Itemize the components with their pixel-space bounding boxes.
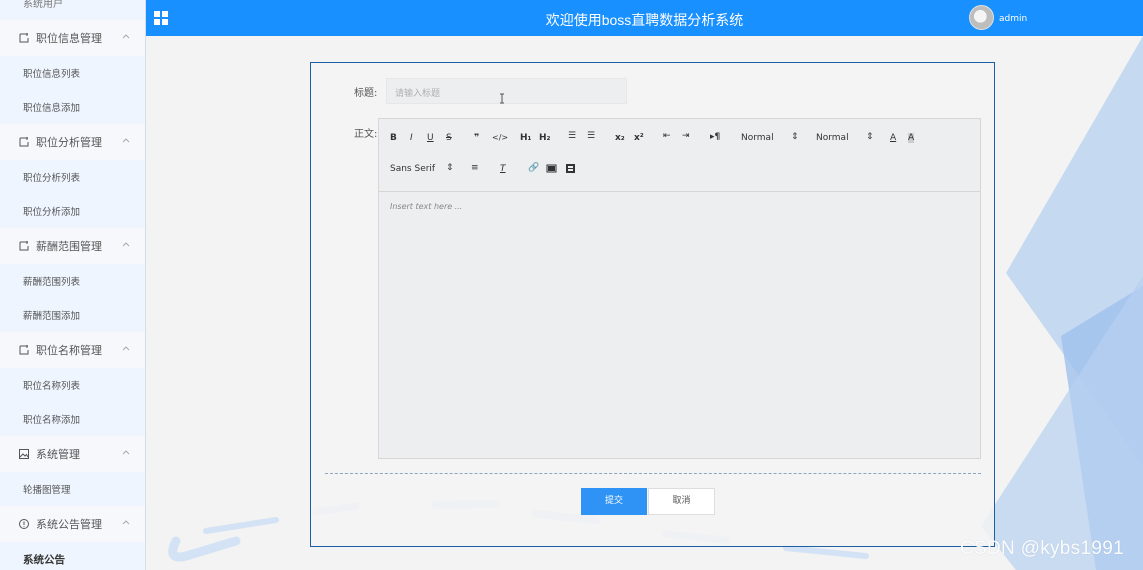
sidebar-item-salary-range-list[interactable]: 薪酬范围列表 (0, 264, 145, 298)
select-arrow-icon: ⇕ (791, 132, 799, 142)
edit-icon (18, 136, 30, 148)
link-icon[interactable]: 🔗 (528, 163, 539, 173)
underline-icon[interactable]: U (427, 133, 434, 143)
sidebar-item-job-analysis-add[interactable]: 职位分析添加 (0, 194, 145, 228)
edit-icon (18, 240, 30, 252)
watermark: CSDN @kybs1991 (960, 538, 1124, 559)
sidebar-group-salary-range[interactable]: 薪酬范围管理 (0, 228, 145, 264)
ordered-list-icon[interactable]: ☰ (568, 131, 576, 141)
clear-format-icon[interactable]: T (500, 164, 506, 174)
sidebar-top-item[interactable]: 系统用户 (0, 0, 145, 20)
chevron-up-icon (121, 448, 131, 458)
sidebar-group-label: 职位信息管理 (36, 32, 102, 45)
font-select[interactable]: Sans Serif (390, 164, 435, 174)
sidebar-group-label: 薪酬范围管理 (36, 240, 102, 253)
info-circle-icon (18, 518, 30, 530)
video-icon[interactable] (565, 163, 576, 174)
italic-icon[interactable]: I (410, 133, 413, 143)
chevron-up-icon (121, 32, 131, 42)
heading-2-icon[interactable]: H₂ (539, 133, 550, 143)
chevron-up-icon (121, 240, 131, 250)
sidebar-group-announcements[interactable]: 系统公告管理 (0, 506, 145, 542)
divider (325, 473, 981, 474)
avatar[interactable] (969, 5, 994, 30)
sidebar-group-label: 系统管理 (36, 448, 80, 461)
sidebar-item-job-name-add[interactable]: 职位名称添加 (0, 402, 145, 436)
top-header: 欢迎使用boss直聘数据分析系统 admin (146, 0, 1143, 36)
sidebar-item-carousel[interactable]: 轮播图管理 (0, 472, 145, 506)
image-icon[interactable] (546, 163, 557, 174)
title-label: 标题: (354, 88, 378, 99)
picture-icon (18, 448, 30, 460)
header-select-value: Normal (741, 133, 774, 143)
edit-icon (18, 344, 30, 356)
sidebar-group-system[interactable]: 系统管理 (0, 436, 145, 472)
editor-content-placeholder[interactable]: Insert text here ... (390, 202, 462, 211)
cancel-button[interactable]: 取消 (648, 488, 715, 515)
content-label: 正文: (354, 129, 378, 140)
font-select-value: Sans Serif (390, 164, 436, 174)
sidebar-item-job-name-list[interactable]: 职位名称列表 (0, 368, 145, 402)
text-direction-icon[interactable]: ▸¶ (710, 132, 720, 142)
subscript-icon[interactable]: x₂ (615, 133, 625, 143)
font-color-icon[interactable]: A (890, 133, 896, 143)
title-input[interactable]: 请输入标题 (386, 78, 627, 104)
sidebar-item-announcements[interactable]: 系统公告 (0, 542, 145, 570)
outdent-icon[interactable]: ⇤ (663, 131, 671, 141)
select-arrow-icon: ⇕ (446, 163, 454, 173)
background-color-icon[interactable]: A (908, 133, 915, 143)
text-cursor-icon (499, 93, 505, 104)
sidebar-group-job-name[interactable]: 职位名称管理 (0, 332, 145, 368)
size-select[interactable]: Normal (816, 133, 849, 143)
sidebar: 系统用户 职位信息管理 职位信息列表 职位信息添加 职位分析管理 职位分析列表 … (0, 0, 146, 570)
sidebar-group-label: 职位分析管理 (36, 136, 102, 149)
title-placeholder: 请输入标题 (395, 89, 441, 99)
chevron-up-icon (121, 136, 131, 146)
sidebar-item-job-info-add[interactable]: 职位信息添加 (0, 90, 145, 124)
sidebar-group-job-analysis[interactable]: 职位分析管理 (0, 124, 145, 160)
bullet-list-icon[interactable]: ☰ (587, 131, 595, 141)
sidebar-item-job-info-list[interactable]: 职位信息列表 (0, 56, 145, 90)
chevron-up-icon (121, 518, 131, 528)
bold-icon[interactable]: B (390, 133, 397, 143)
sidebar-item-salary-range-add[interactable]: 薪酬范围添加 (0, 298, 145, 332)
align-icon[interactable]: ≡ (471, 163, 479, 173)
rich-text-editor: B I U S ❞ </> H₁ H₂ ☰ ☰ x₂ x² ⇤ ⇥ ▸¶ Nor… (378, 118, 981, 459)
edit-icon (18, 32, 30, 44)
header-select[interactable]: Normal (741, 133, 774, 143)
sidebar-group-label: 系统公告管理 (36, 518, 102, 531)
blockquote-icon[interactable]: ❞ (474, 133, 479, 143)
size-select-value: Normal (816, 133, 849, 143)
editor-toolbar: B I U S ❞ </> H₁ H₂ ☰ ☰ x₂ x² ⇤ ⇥ ▸¶ Nor… (379, 119, 980, 192)
chevron-up-icon (121, 344, 131, 354)
indent-icon[interactable]: ⇥ (682, 131, 690, 141)
heading-1-icon[interactable]: H₁ (520, 133, 531, 143)
sidebar-group-label: 职位名称管理 (36, 344, 102, 357)
submit-button[interactable]: 提交 (581, 488, 647, 515)
select-arrow-icon: ⇕ (866, 132, 874, 142)
code-icon[interactable]: </> (492, 133, 508, 142)
sidebar-item-job-analysis-list[interactable]: 职位分析列表 (0, 160, 145, 194)
superscript-icon[interactable]: x² (634, 133, 644, 143)
username[interactable]: admin (999, 14, 1027, 24)
announcement-form: 标题: 请输入标题 正文: B I U S ❞ </> H₁ H₂ ☰ ☰ x₂… (310, 62, 995, 547)
sidebar-group-job-info[interactable]: 职位信息管理 (0, 20, 145, 56)
strike-icon[interactable]: S (446, 133, 452, 143)
